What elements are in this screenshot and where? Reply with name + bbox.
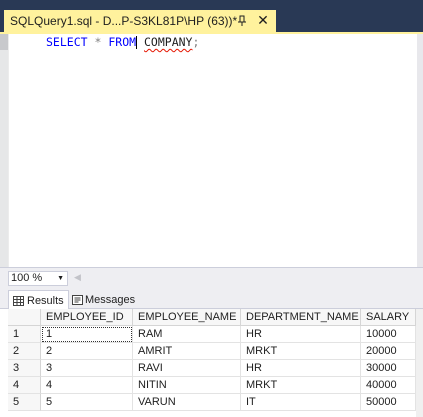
grid-cell[interactable]: 3: [41, 360, 133, 377]
table-row[interactable]: 2 2 AMRIT MRKT 20000: [8, 343, 416, 360]
close-icon[interactable]: ✕: [255, 12, 271, 28]
zoom-bar: 100 % ▼ ◀: [0, 267, 423, 287]
tab-results[interactable]: Results: [8, 290, 69, 310]
grid-cell[interactable]: NITIN: [133, 377, 241, 394]
grid-cell[interactable]: MRKT: [241, 377, 361, 394]
query-editor[interactable]: SELECT * FROM COMPANY;: [0, 34, 423, 267]
chevron-down-icon: ▼: [57, 275, 64, 282]
grid-cell[interactable]: RAVI: [133, 360, 241, 377]
row-number-header[interactable]: [8, 309, 41, 326]
table-identifier: COMPANY: [144, 35, 193, 49]
grid-cell[interactable]: 30000: [361, 360, 416, 377]
row-number[interactable]: 3: [8, 360, 41, 377]
grid-header-row: EMPLOYEE_ID EMPLOYEE_NAME DEPARTMENT_NAM…: [8, 309, 416, 326]
row-number[interactable]: 5: [8, 394, 41, 411]
grid-cell[interactable]: 4: [41, 377, 133, 394]
grid-cell[interactable]: 20000: [361, 343, 416, 360]
grid-cell[interactable]: AMRIT: [133, 343, 241, 360]
pin-icon[interactable]: [235, 14, 249, 28]
scroll-left-icon[interactable]: ◀: [74, 272, 81, 283]
grid-cell[interactable]: 2: [41, 343, 133, 360]
zoom-value: 100 %: [11, 272, 43, 284]
column-header[interactable]: EMPLOYEE_NAME: [133, 309, 241, 326]
tab-messages[interactable]: Messages: [68, 290, 139, 309]
grid-cell[interactable]: 1: [41, 326, 133, 343]
grid-cell[interactable]: 10000: [361, 326, 416, 343]
document-tab-title: SQLQuery1.sql - D...P-S3KL81P\HP (63))*: [10, 14, 238, 28]
results-grid[interactable]: EMPLOYEE_ID EMPLOYEE_NAME DEPARTMENT_NAM…: [8, 309, 416, 411]
tab-messages-label: Messages: [85, 293, 136, 306]
grid-icon: [13, 295, 24, 306]
row-number[interactable]: 4: [8, 377, 41, 394]
row-number[interactable]: 2: [8, 343, 41, 360]
document-tab-strip: SQLQuery1.sql - D...P-S3KL81P\HP (63))* …: [0, 0, 423, 34]
row-number[interactable]: 1: [8, 326, 41, 343]
star-operator: *: [94, 35, 102, 49]
grid-cell[interactable]: RAM: [133, 326, 241, 343]
text-caret: [136, 36, 138, 49]
editor-vertical-scrollbar[interactable]: [417, 34, 423, 267]
grid-cell[interactable]: 40000: [361, 377, 416, 394]
table-row[interactable]: 3 3 RAVI HR 30000: [8, 360, 416, 377]
grid-cell[interactable]: VARUN: [133, 394, 241, 411]
results-tab-bar: Results Messages: [0, 287, 423, 310]
messages-icon: [72, 294, 83, 305]
table-row[interactable]: 4 4 NITIN MRKT 40000: [8, 377, 416, 394]
editor-horizontal-scrollbar[interactable]: [86, 275, 416, 281]
grid-cell[interactable]: HR: [241, 360, 361, 377]
grid-cell[interactable]: 50000: [361, 394, 416, 411]
tab-results-label: Results: [27, 294, 64, 307]
table-row[interactable]: 1 1 RAM HR 10000: [8, 326, 416, 343]
results-pane: Results Messages EMPLOYEE_ID EMPLOYEE_NA…: [0, 287, 423, 417]
column-header[interactable]: EMPLOYEE_ID: [41, 309, 133, 326]
current-line-marker: [0, 34, 8, 50]
grid-cell[interactable]: HR: [241, 326, 361, 343]
code-line-1[interactable]: SELECT * FROM COMPANY;: [46, 34, 199, 50]
statement-terminator: ;: [192, 35, 200, 49]
keyword-from: FROM: [108, 35, 137, 49]
editor-selection-margin: [8, 34, 14, 267]
keyword-select: SELECT: [46, 35, 88, 49]
zoom-dropdown[interactable]: 100 % ▼: [8, 271, 68, 286]
table-row[interactable]: 5 5 VARUN IT 50000: [8, 394, 416, 411]
grid-cell[interactable]: MRKT: [241, 343, 361, 360]
query-document-tab[interactable]: SQLQuery1.sql - D...P-S3KL81P\HP (63))* …: [4, 10, 276, 32]
grid-cell[interactable]: IT: [241, 394, 361, 411]
editor-indicator-margin: [0, 34, 8, 267]
grid-cell[interactable]: 5: [41, 394, 133, 411]
column-header[interactable]: DEPARTMENT_NAME: [241, 309, 361, 326]
column-header[interactable]: SALARY: [361, 309, 416, 326]
grid-vertical-scrollbar[interactable]: [416, 309, 423, 417]
